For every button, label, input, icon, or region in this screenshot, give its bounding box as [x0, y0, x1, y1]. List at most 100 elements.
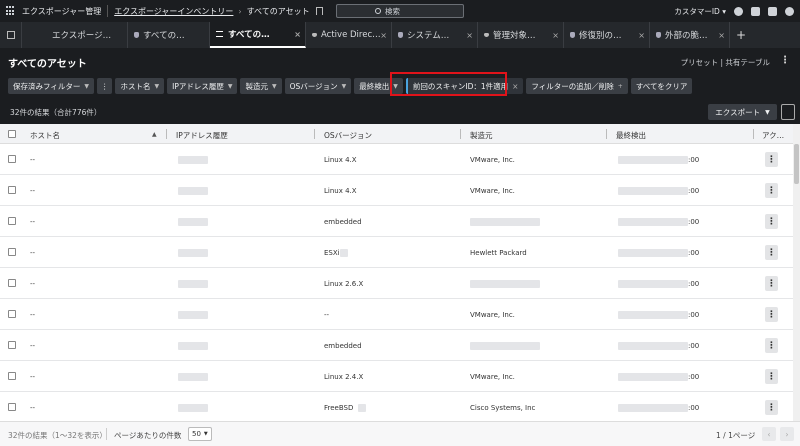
tab-exposure[interactable]: エクスポージ…	[22, 22, 128, 48]
cell-last-seen: :00	[688, 187, 700, 195]
table-row[interactable]: -- Linux 4.X VMware, Inc. :00 ⋮	[0, 175, 793, 206]
bell-icon[interactable]	[734, 6, 743, 16]
row-actions-button[interactable]: ⋮	[765, 307, 778, 322]
column-divider[interactable]	[460, 129, 461, 139]
row-checkbox[interactable]	[8, 310, 16, 318]
cell-os-version: Linux 2.6.X	[324, 280, 364, 288]
tab-home[interactable]	[0, 22, 22, 48]
table-row[interactable]: -- embedded :00 ⋮	[0, 206, 793, 237]
cell-os-version: embedded	[324, 342, 362, 350]
column-divider[interactable]	[606, 129, 607, 139]
column-divider[interactable]	[166, 129, 167, 139]
row-actions-button[interactable]: ⋮	[765, 245, 778, 260]
tab-system[interactable]: システム… ×	[392, 22, 478, 48]
cell-last-seen: :00	[688, 311, 700, 319]
apps-grid-icon[interactable]	[6, 6, 16, 16]
global-search[interactable]: 検索	[336, 4, 464, 18]
table-row[interactable]: -- FreeBSD Cisco Systems, Inc :00 ⋮	[0, 392, 793, 421]
saved-filters-button[interactable]: 保存済みフィルター ▼	[8, 78, 94, 94]
vertical-scrollbar[interactable]	[793, 124, 800, 421]
preset-link[interactable]: プリセット | 共有テーブル	[681, 57, 770, 68]
header-vendor[interactable]: 製造元	[470, 130, 493, 141]
row-actions-button[interactable]: ⋮	[765, 183, 778, 198]
header-os-version[interactable]: OSバージョン	[324, 130, 372, 141]
close-icon[interactable]: ×	[466, 31, 473, 40]
tab-all-1[interactable]: すべての…	[128, 22, 210, 48]
row-checkbox[interactable]	[8, 403, 16, 411]
filter-vendor[interactable]: 製造元 ▼	[240, 78, 282, 94]
select-all-checkbox[interactable]	[8, 130, 16, 138]
header-ip-history[interactable]: IPアドレス履歴	[176, 130, 228, 141]
close-icon[interactable]: ×	[380, 31, 387, 40]
table-row[interactable]: -- Linux 2.4.X VMware, Inc. :00 ⋮	[0, 361, 793, 392]
header-last-seen[interactable]: 最終検出	[616, 130, 646, 141]
table-row[interactable]: -- Linux 4.X VMware, Inc. :00 ⋮	[0, 144, 793, 175]
user-icon[interactable]	[785, 6, 794, 16]
bookmark-icon[interactable]	[315, 7, 323, 15]
scrollbar-thumb[interactable]	[794, 144, 799, 184]
row-checkbox[interactable]	[8, 186, 16, 194]
column-settings-icon[interactable]	[781, 104, 795, 120]
next-page-button[interactable]: ›	[780, 427, 794, 441]
close-icon[interactable]: ×	[294, 30, 301, 39]
header-hostname[interactable]: ホスト名	[30, 130, 60, 141]
cell-last-seen: :00	[688, 156, 700, 164]
row-actions-button[interactable]: ⋮	[765, 276, 778, 291]
row-actions-button[interactable]: ⋮	[765, 369, 778, 384]
cell-last-seen: :00	[688, 249, 700, 257]
list-icon	[484, 33, 489, 37]
close-icon[interactable]: ×	[512, 82, 518, 91]
per-page-select[interactable]: 50 ▼	[188, 427, 212, 441]
export-button[interactable]: エクスポート ▼	[708, 104, 777, 120]
sort-asc-icon[interactable]: ▲	[152, 131, 157, 138]
close-icon[interactable]: ×	[718, 31, 725, 40]
row-checkbox[interactable]	[8, 217, 16, 225]
close-icon[interactable]: ×	[552, 31, 559, 40]
table-footer: 32件の結果（1〜32を表示） ページあたりの件数 50 ▼ 1 / 1ページ ‹…	[0, 421, 800, 446]
add-tab-button[interactable]: +	[730, 22, 752, 48]
more-vertical-icon[interactable]: ⋮	[780, 55, 790, 66]
tab-all-assets[interactable]: すべての… ×	[210, 22, 306, 48]
customer-id-selector[interactable]: カスタマーID ▾	[674, 6, 726, 17]
cell-hostname: --	[30, 404, 36, 412]
help-icon[interactable]	[768, 6, 777, 16]
row-actions-button[interactable]: ⋮	[765, 152, 778, 167]
filter-ip-history[interactable]: IPアドレス履歴 ▼	[167, 78, 238, 94]
row-actions-button[interactable]: ⋮	[765, 400, 778, 415]
row-checkbox[interactable]	[8, 341, 16, 349]
saved-filters-menu-button[interactable]: ⋮	[96, 78, 113, 94]
table-body: -- Linux 4.X VMware, Inc. :00 ⋮ -- Linux…	[0, 144, 793, 421]
cell-vendor: Hewlett Packard	[470, 249, 527, 257]
close-icon[interactable]: ×	[638, 31, 645, 40]
table-row[interactable]: -- embedded :00 ⋮	[0, 330, 793, 361]
table-row[interactable]: -- -- VMware, Inc. :00 ⋮	[0, 299, 793, 330]
row-checkbox[interactable]	[8, 155, 16, 163]
row-actions-button[interactable]: ⋮	[765, 214, 778, 229]
clear-all-button[interactable]: すべてをクリア	[630, 78, 693, 94]
cell-hostname: --	[30, 373, 36, 381]
row-checkbox[interactable]	[8, 248, 16, 256]
add-remove-filter-button[interactable]: フィルターの追加／削除 +	[526, 78, 628, 94]
column-divider[interactable]	[314, 129, 315, 139]
tab-remediation[interactable]: 修復別の… ×	[564, 22, 650, 48]
tab-managed[interactable]: 管理対象… ×	[478, 22, 564, 48]
search-icon	[375, 8, 381, 14]
redacted-os-detail	[340, 249, 348, 257]
tab-external-vuln[interactable]: 外部の脆… ×	[650, 22, 730, 48]
breadcrumb-inventory[interactable]: エクスポージャーインベントリー	[114, 6, 233, 17]
row-actions-button[interactable]: ⋮	[765, 338, 778, 353]
redacted-date	[618, 280, 688, 288]
breadcrumb-separator: ›	[238, 6, 242, 16]
tab-active-directory[interactable]: Active Direc… ×	[306, 22, 392, 48]
prev-page-button[interactable]: ‹	[762, 427, 776, 441]
filter-os-version[interactable]: OSバージョン ▼	[284, 78, 352, 94]
table-row[interactable]: -- ESXi Hewlett Packard :00 ⋮	[0, 237, 793, 268]
row-checkbox[interactable]	[8, 279, 16, 287]
row-checkbox[interactable]	[8, 372, 16, 380]
per-page-label: ページあたりの件数	[114, 431, 182, 440]
filter-hostname[interactable]: ホスト名 ▼	[115, 78, 165, 94]
page-title: すべてのアセット	[8, 59, 87, 70]
settings-icon[interactable]	[751, 6, 760, 16]
column-divider[interactable]	[753, 129, 754, 139]
table-row[interactable]: -- Linux 2.6.X :00 ⋮	[0, 268, 793, 299]
